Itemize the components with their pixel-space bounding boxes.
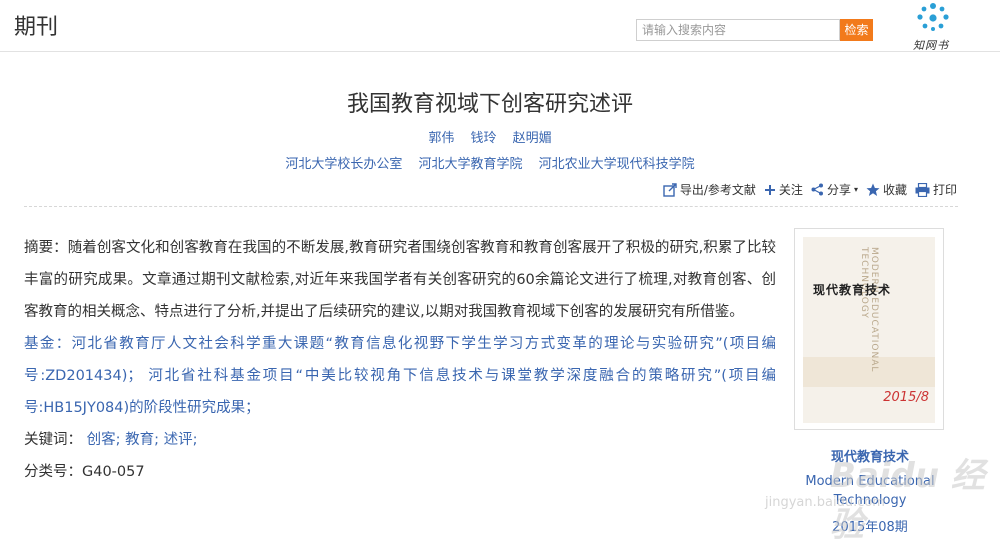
- classification-value: G40-057: [82, 464, 145, 480]
- journal-issue-link[interactable]: 2015年08期: [775, 516, 965, 535]
- organization-link[interactable]: 河北农业大学现代科技学院: [539, 157, 695, 172]
- keyword-link[interactable]: 教育;: [125, 432, 159, 448]
- favorite-label: 收藏: [882, 183, 907, 197]
- follow-label: 关注: [778, 183, 803, 197]
- cover-vertical-text: MODERN EDUCATIONAL TECHNOLOGY: [859, 247, 879, 373]
- share-label: 分享: [826, 183, 851, 197]
- classification-label: 分类号：: [24, 464, 82, 480]
- organization-link[interactable]: 河北大学校长办公室: [285, 157, 402, 172]
- favorite-button[interactable]: 收藏: [866, 181, 907, 198]
- fund-info: 基金：河北省教育厅人文社会科学重大课题“教育信息化视野下学生学习方式变革的理论与…: [24, 328, 776, 424]
- author-link[interactable]: 郭伟: [428, 131, 454, 146]
- organization-list: 河北大学校长办公室 河北大学教育学院 河北农业大学现代科技学院: [0, 153, 980, 172]
- star-icon: [866, 183, 880, 196]
- abstract-text: 随着创客文化和创客教育在我国的不断发展,教育研究者围绕创客教育和教育创客展开了积…: [24, 240, 777, 320]
- caret-down-icon: ▾: [853, 185, 858, 194]
- author-link[interactable]: 钱玲: [470, 131, 496, 146]
- abstract-label: 摘要：: [24, 240, 68, 256]
- search-button[interactable]: 检索: [840, 19, 873, 41]
- plus-icon: [764, 184, 775, 195]
- abstract: 摘要：随着创客文化和创客教育在我国的不断发展,教育研究者围绕创客教育和教育创客展…: [24, 232, 776, 328]
- logo-text: 知网书: [913, 39, 949, 52]
- share-button[interactable]: 分享 ▾: [811, 181, 858, 198]
- export-icon: [663, 182, 677, 197]
- section-title: 期刊: [14, 15, 59, 40]
- export-button[interactable]: 导出/参考文献: [663, 181, 756, 198]
- classification: 分类号：G40-057: [24, 456, 776, 488]
- top-bar: 期刊 检索 知网书: [0, 0, 1000, 52]
- author-list: 郭伟 钱玲 赵明媚: [0, 127, 980, 146]
- keywords-label: 关键词：: [24, 432, 82, 448]
- organization-link[interactable]: 河北大学教育学院: [418, 157, 522, 172]
- divider: [24, 206, 958, 207]
- fund-label: 基金：: [24, 336, 72, 352]
- journal-cover-frame[interactable]: MODERN EDUCATIONAL TECHNOLOGY 现代教育技术 201…: [794, 228, 944, 430]
- print-label: 打印: [932, 183, 957, 197]
- journal-name-link[interactable]: 现代教育技术: [775, 446, 965, 465]
- export-label: 导出/参考文献: [679, 183, 756, 197]
- search-input[interactable]: [636, 19, 840, 41]
- keyword-link[interactable]: 述评;: [164, 432, 198, 448]
- author-link[interactable]: 赵明媚: [513, 131, 552, 146]
- share-icon: [811, 183, 823, 196]
- follow-button[interactable]: 关注: [764, 181, 803, 198]
- journal-english-name[interactable]: Modern Educational Technology: [775, 472, 965, 510]
- cover-issue: 2015/8: [883, 390, 929, 405]
- keywords: 关键词： 创客; 教育; 述评;: [24, 424, 776, 456]
- keyword-link[interactable]: 创客;: [87, 432, 121, 448]
- printer-icon: [915, 182, 930, 197]
- article-toolbar: 导出/参考文献 关注 分享 ▾ 收藏 打印: [663, 181, 957, 198]
- article-title: 我国教育视域下创客研究述评: [346, 92, 633, 117]
- article-details: 摘要：随着创客文化和创客教育在我国的不断发展,教育研究者围绕创客教育和教育创客展…: [24, 232, 776, 488]
- cover-title: 现代教育技术: [813, 283, 892, 297]
- print-button[interactable]: 打印: [915, 181, 957, 198]
- fund-text[interactable]: 河北省教育厅人文社会科学重大课题“教育信息化视野下学生学习方式变革的理论与实验研…: [24, 336, 776, 416]
- journal-cover-image[interactable]: MODERN EDUCATIONAL TECHNOLOGY 现代教育技术 201…: [803, 237, 935, 423]
